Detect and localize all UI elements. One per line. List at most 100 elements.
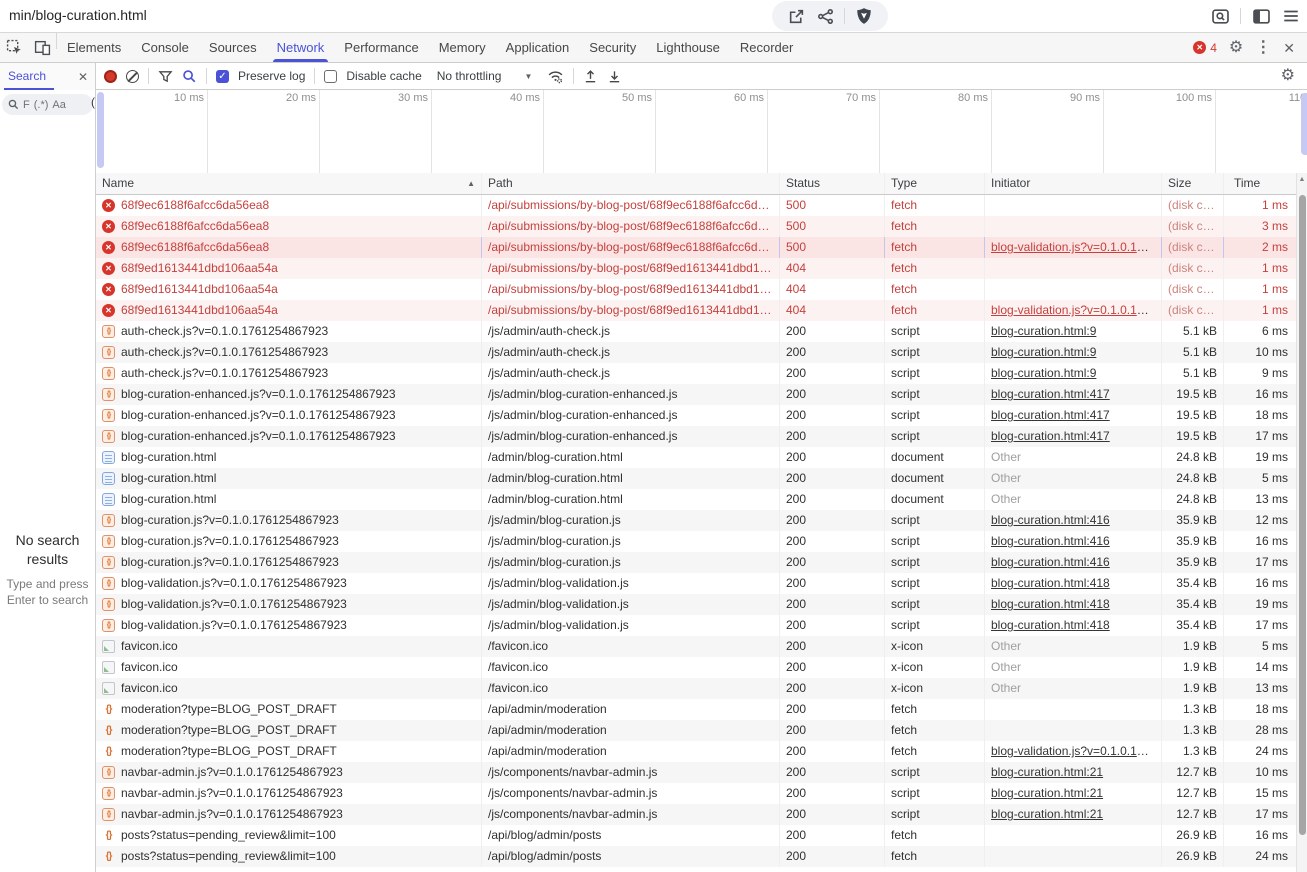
- initiator-link[interactable]: blog-curation.html:418: [991, 597, 1110, 611]
- request-row[interactable]: favicon.ico/favicon.ico200x-iconOther1.9…: [96, 657, 1296, 678]
- request-row[interactable]: ✕68f9ed1613441dbd106aa54a/api/submission…: [96, 279, 1296, 300]
- import-har-icon[interactable]: [583, 69, 598, 84]
- request-row[interactable]: ✕68f9ed1613441dbd106aa54a/api/submission…: [96, 300, 1296, 321]
- initiator-link[interactable]: blog-curation.html:418: [991, 618, 1110, 632]
- device-toolbar-icon[interactable]: [28, 33, 56, 62]
- column-header-initiator[interactable]: Initiator: [984, 173, 1161, 194]
- request-row[interactable]: {}moderation?type=BLOG_POST_DRAFT/api/ad…: [96, 741, 1296, 762]
- initiator-link[interactable]: blog-curation.html:417: [991, 387, 1110, 401]
- request-row[interactable]: ✕68f9ed1613441dbd106aa54a/api/submission…: [96, 258, 1296, 279]
- request-row[interactable]: {}moderation?type=BLOG_POST_DRAFT/api/ad…: [96, 699, 1296, 720]
- scroll-up-arrow-icon[interactable]: ▲: [1297, 176, 1307, 183]
- request-row[interactable]: {}auth-check.js?v=0.1.0.1761254867923/js…: [96, 342, 1296, 363]
- request-row[interactable]: {}navbar-admin.js?v=0.1.0.1761254867923/…: [96, 762, 1296, 783]
- request-row[interactable]: {}blog-curation-enhanced.js?v=0.1.0.1761…: [96, 426, 1296, 447]
- sidebar-toggle-icon[interactable]: [1251, 6, 1271, 26]
- inspect-element-icon[interactable]: [0, 33, 28, 62]
- request-row[interactable]: {}blog-validation.js?v=0.1.0.17612548679…: [96, 573, 1296, 594]
- kebab-menu-icon[interactable]: ⋮: [1255, 40, 1271, 56]
- scrollbar-thumb[interactable]: [1299, 195, 1306, 835]
- request-row[interactable]: {}blog-curation-enhanced.js?v=0.1.0.1761…: [96, 384, 1296, 405]
- console-error-badge[interactable]: ✕ 4: [1193, 41, 1217, 55]
- brave-shield-icon[interactable]: [854, 6, 874, 26]
- tab-console[interactable]: Console: [131, 33, 199, 62]
- table-scrollbar[interactable]: ▲: [1296, 173, 1307, 872]
- disable-cache-checkbox[interactable]: [324, 70, 337, 83]
- page-search-icon[interactable]: [1210, 6, 1230, 26]
- request-row[interactable]: blog-curation.html/admin/blog-curation.h…: [96, 447, 1296, 468]
- initiator-link[interactable]: blog-curation.html:21: [991, 765, 1103, 779]
- initiator-link[interactable]: blog-curation.html:416: [991, 513, 1110, 527]
- initiator-link[interactable]: blog-curation.html:9: [991, 345, 1096, 359]
- initiator-link[interactable]: blog-validation.js?v=0.1.0.1761254867923: [991, 744, 1161, 758]
- open-external-icon[interactable]: [786, 6, 806, 26]
- tab-lighthouse[interactable]: Lighthouse: [646, 33, 730, 62]
- request-row[interactable]: {}blog-validation.js?v=0.1.0.17612548679…: [96, 615, 1296, 636]
- column-header-name[interactable]: Name ▲: [96, 173, 481, 194]
- request-row[interactable]: {}blog-curation.js?v=0.1.0.1761254867923…: [96, 510, 1296, 531]
- url-text[interactable]: min/blog-curation.html: [9, 7, 147, 23]
- initiator-link[interactable]: blog-curation.html:9: [991, 366, 1096, 380]
- request-row[interactable]: favicon.ico/favicon.ico200x-iconOther1.9…: [96, 678, 1296, 699]
- request-row[interactable]: {}auth-check.js?v=0.1.0.1761254867923/js…: [96, 363, 1296, 384]
- initiator-link[interactable]: blog-curation.html:416: [991, 555, 1110, 569]
- column-header-path[interactable]: Path: [481, 173, 779, 194]
- tab-sources[interactable]: Sources: [199, 33, 267, 62]
- request-row[interactable]: {}blog-curation.js?v=0.1.0.1761254867923…: [96, 531, 1296, 552]
- initiator-link[interactable]: blog-curation.html:9: [991, 324, 1096, 338]
- disable-cache-label[interactable]: Disable cache: [346, 69, 421, 83]
- settings-gear-icon[interactable]: ⚙: [1229, 40, 1243, 56]
- tab-performance[interactable]: Performance: [334, 33, 428, 62]
- record-network-log-button[interactable]: [104, 70, 117, 83]
- initiator-link[interactable]: blog-curation.html:416: [991, 534, 1110, 548]
- request-row[interactable]: {}navbar-admin.js?v=0.1.0.1761254867923/…: [96, 804, 1296, 825]
- tab-memory[interactable]: Memory: [429, 33, 496, 62]
- preserve-log-checkbox[interactable]: ✓: [216, 70, 229, 83]
- close-devtools-icon[interactable]: ✕: [1283, 41, 1295, 55]
- menu-icon[interactable]: [1281, 6, 1301, 26]
- initiator-link[interactable]: blog-validation.js?v=0.1.0.1761254867923: [991, 240, 1161, 254]
- tab-application[interactable]: Application: [496, 33, 580, 62]
- request-row[interactable]: {}auth-check.js?v=0.1.0.1761254867923/js…: [96, 321, 1296, 342]
- tab-elements[interactable]: Elements: [57, 33, 131, 62]
- request-row[interactable]: blog-curation.html/admin/blog-curation.h…: [96, 468, 1296, 489]
- initiator-link[interactable]: blog-curation.html:417: [991, 408, 1110, 422]
- request-row[interactable]: {}posts?status=pending_review&limit=100/…: [96, 825, 1296, 846]
- network-conditions-icon[interactable]: [547, 68, 564, 85]
- request-row[interactable]: {}posts?status=pending_review&limit=100/…: [96, 846, 1296, 867]
- preserve-log-label[interactable]: Preserve log: [238, 69, 305, 83]
- search-input[interactable]: F (.*) Aa: [2, 94, 93, 115]
- filter-icon[interactable]: [158, 69, 173, 84]
- request-row[interactable]: {}blog-curation.js?v=0.1.0.1761254867923…: [96, 552, 1296, 573]
- network-search-icon[interactable]: [182, 69, 197, 84]
- initiator-link[interactable]: blog-curation.html:21: [991, 786, 1103, 800]
- request-row[interactable]: ✕68f9ec6188f6afcc6da56ea8/api/submission…: [96, 195, 1296, 216]
- throttling-select[interactable]: No throttling: [437, 69, 502, 83]
- request-row[interactable]: {}blog-validation.js?v=0.1.0.17612548679…: [96, 594, 1296, 615]
- request-row[interactable]: ✕68f9ec6188f6afcc6da56ea8/api/submission…: [96, 216, 1296, 237]
- tab-network[interactable]: Network: [267, 33, 335, 62]
- tab-security[interactable]: Security: [579, 33, 646, 62]
- initiator-link[interactable]: blog-validation.js?v=0.1.0.1761254867923: [991, 303, 1161, 317]
- network-overview-timeline[interactable]: 10 ms20 ms30 ms40 ms50 ms60 ms70 ms80 ms…: [96, 90, 1307, 173]
- tab-recorder[interactable]: Recorder: [730, 33, 803, 62]
- column-header-time[interactable]: Time: [1223, 173, 1296, 194]
- tab-search[interactable]: Search: [8, 63, 46, 90]
- request-row[interactable]: blog-curation.html/admin/blog-curation.h…: [96, 489, 1296, 510]
- export-har-icon[interactable]: [607, 69, 622, 84]
- match-case-toggle[interactable]: Aa: [52, 99, 65, 111]
- column-header-type[interactable]: Type: [884, 173, 984, 194]
- request-row[interactable]: {}navbar-admin.js?v=0.1.0.1761254867923/…: [96, 783, 1296, 804]
- panel-scroll-thumb-left[interactable]: [97, 92, 104, 168]
- request-row[interactable]: {}blog-curation-enhanced.js?v=0.1.0.1761…: [96, 405, 1296, 426]
- share-icon[interactable]: [815, 6, 835, 26]
- request-row[interactable]: favicon.ico/favicon.ico200x-iconOther1.9…: [96, 636, 1296, 657]
- chevron-down-icon[interactable]: ▼: [524, 72, 532, 81]
- request-row[interactable]: ✕68f9ec6188f6afcc6da56ea8/api/submission…: [96, 237, 1296, 258]
- initiator-link[interactable]: blog-curation.html:21: [991, 807, 1103, 821]
- clear-network-log-icon[interactable]: [126, 70, 139, 83]
- column-header-size[interactable]: Size: [1161, 173, 1223, 194]
- initiator-link[interactable]: blog-curation.html:417: [991, 429, 1110, 443]
- network-settings-gear-icon[interactable]: ⚙: [1281, 68, 1299, 84]
- request-row[interactable]: {}moderation?type=BLOG_POST_DRAFT/api/ad…: [96, 720, 1296, 741]
